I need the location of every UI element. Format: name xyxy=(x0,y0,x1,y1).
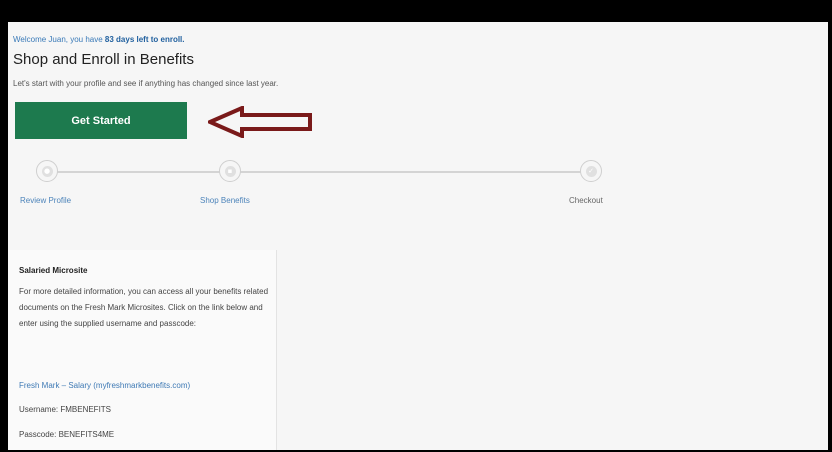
microsite-description: For more detailed information, you can a… xyxy=(19,287,269,328)
step-shop-benefits-circle: ▪ xyxy=(219,160,241,182)
user-icon: ● xyxy=(41,165,53,177)
microsite-passcode: Passcode: BENEFITS4ME xyxy=(19,430,115,439)
step-checkout-circle: ✓ xyxy=(580,160,602,182)
step-review-profile[interactable]: Review Profile xyxy=(20,196,71,205)
check-icon: ✓ xyxy=(585,165,597,177)
enrollment-page: Welcome Juan, you have 83 days left to e… xyxy=(8,22,828,450)
welcome-message: Welcome Juan, you have 83 days left to e… xyxy=(13,35,185,44)
days-left: 83 days left to enroll. xyxy=(104,35,185,44)
page-subtitle: Let's start with your profile and see if… xyxy=(13,79,279,88)
annotation-arrow xyxy=(208,106,312,138)
cart-icon: ▪ xyxy=(224,165,236,177)
microsite-link[interactable]: Fresh Mark – Salary (myfreshmarkbenefits… xyxy=(19,381,190,390)
progress-track xyxy=(48,171,583,173)
microsite-card: Salaried Microsite For more detailed inf… xyxy=(8,250,277,450)
page-title: Shop and Enroll in Benefits xyxy=(13,51,194,68)
step-shop-benefits[interactable]: Shop Benefits xyxy=(200,196,250,205)
microsite-title: Salaried Microsite xyxy=(19,266,88,275)
welcome-prefix: Welcome Juan, you have xyxy=(13,35,103,44)
step-review-profile-circle: ● xyxy=(36,160,58,182)
step-checkout[interactable]: Checkout xyxy=(569,196,603,205)
get-started-button[interactable]: Get Started xyxy=(15,102,187,139)
microsite-username: Username: FMBENEFITS xyxy=(19,405,112,414)
